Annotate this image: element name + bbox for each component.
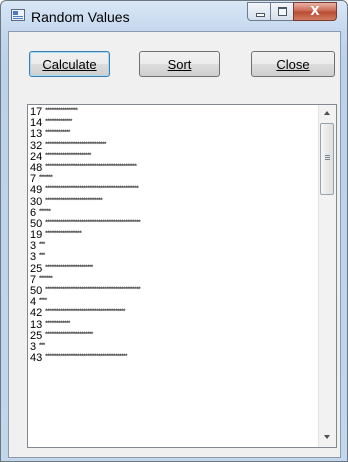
list-item-stars: *** bbox=[38, 253, 46, 262]
caption-buttons: X bbox=[247, 2, 337, 22]
calculate-button[interactable]: Calculate bbox=[29, 51, 110, 77]
list-item-value: 32 bbox=[30, 140, 43, 152]
list-item-stars: ****************************** bbox=[44, 197, 103, 206]
list-item-value: 13 bbox=[30, 319, 43, 331]
list-item[interactable]: 24 ************************ bbox=[30, 152, 320, 163]
list-item[interactable]: 43 **************************************… bbox=[30, 353, 320, 364]
list-item-value: 3 bbox=[30, 241, 37, 253]
list-item-value: 25 bbox=[30, 263, 43, 275]
title-bar[interactable]: Random Values X bbox=[1, 1, 347, 31]
list-item-value: 50 bbox=[30, 286, 43, 297]
sort-button[interactable]: Sort bbox=[139, 51, 220, 77]
list-item[interactable]: 14 ************** bbox=[30, 118, 320, 129]
window-title: Random Values bbox=[31, 9, 130, 25]
list-item-value: 13 bbox=[30, 129, 43, 141]
list-item[interactable]: 3 *** bbox=[30, 241, 320, 252]
maximize-icon bbox=[278, 7, 287, 16]
list-item-value: 3 bbox=[30, 341, 37, 353]
list-item[interactable]: 42 **************************************… bbox=[30, 308, 320, 319]
list-item[interactable]: 50 **************************************… bbox=[30, 286, 320, 297]
close-icon: X bbox=[310, 4, 320, 18]
list-item[interactable]: 25 ************************* bbox=[30, 331, 320, 342]
list-item[interactable]: 48 **************************************… bbox=[30, 163, 320, 174]
list-item[interactable]: 7 ******* bbox=[30, 275, 320, 286]
list-item[interactable]: 50 **************************************… bbox=[30, 219, 320, 230]
list-item-value: 49 bbox=[30, 185, 43, 197]
list-item[interactable]: 17 ***************** bbox=[30, 107, 320, 118]
app-window: Random Values X Calculate Sort Close 17 *… bbox=[0, 0, 348, 462]
list-item[interactable]: 30 ****************************** bbox=[30, 197, 320, 208]
list-item[interactable]: 13 ************* bbox=[30, 129, 320, 140]
list-item-stars: ****************************************… bbox=[44, 287, 141, 295]
vertical-scrollbar[interactable] bbox=[318, 105, 336, 447]
list-item-stars: ****************************************… bbox=[44, 186, 139, 195]
list-item-value: 17 bbox=[30, 107, 43, 118]
list-item[interactable]: 3 *** bbox=[30, 342, 320, 353]
list-item-stars: **** bbox=[38, 298, 48, 307]
form-client-area: Calculate Sort Close 17 *****************… bbox=[8, 31, 341, 458]
list-item-stars: ************* bbox=[44, 320, 71, 329]
list-item[interactable]: 19 ******************* bbox=[30, 230, 320, 241]
list-item[interactable]: 32 ******************************** bbox=[30, 141, 320, 152]
list-item-stars: ******* bbox=[38, 275, 54, 284]
list-item-stars: ******************************** bbox=[44, 141, 107, 150]
list-item-stars: ************* bbox=[44, 130, 71, 139]
list-item-value: 25 bbox=[30, 330, 43, 342]
list-item[interactable]: 7 ******* bbox=[30, 174, 320, 185]
minimize-icon bbox=[256, 13, 265, 17]
list-item-stars: ******************* bbox=[44, 231, 82, 240]
list-item-value: 7 bbox=[30, 274, 37, 286]
list-item-value: 3 bbox=[30, 252, 37, 264]
list-item-value: 14 bbox=[30, 118, 43, 130]
minimize-button[interactable] bbox=[247, 2, 271, 21]
list-item[interactable]: 6 ****** bbox=[30, 208, 320, 219]
form-icon bbox=[11, 9, 25, 21]
list-item-stars: ************************* bbox=[44, 264, 94, 273]
scroll-down-arrow-icon[interactable] bbox=[324, 435, 330, 439]
grip-icon bbox=[325, 155, 330, 156]
list-item-stars: ************************ bbox=[44, 152, 92, 161]
list-item[interactable]: 13 ************* bbox=[30, 320, 320, 331]
list-item-value: 6 bbox=[30, 207, 37, 219]
list-item-value: 43 bbox=[30, 353, 43, 365]
values-list: 17 ***************** 14 ************** 13 ***… bbox=[30, 107, 320, 364]
scroll-up-arrow-icon[interactable] bbox=[324, 111, 330, 115]
list-item-stars: ****** bbox=[38, 208, 52, 217]
list-item[interactable]: 25 ************************* bbox=[30, 264, 320, 275]
close-window-button[interactable]: X bbox=[293, 2, 337, 21]
list-item-stars: *** bbox=[38, 242, 46, 251]
list-item-stars: ******* bbox=[38, 175, 54, 184]
list-item-value: 19 bbox=[30, 230, 43, 242]
maximize-button[interactable] bbox=[270, 2, 294, 21]
scroll-thumb[interactable] bbox=[320, 123, 334, 195]
list-item-value: 42 bbox=[30, 308, 43, 320]
list-item-stars: ****************************************… bbox=[44, 163, 138, 172]
list-item-value: 7 bbox=[30, 174, 37, 186]
list-item-value: 48 bbox=[30, 162, 43, 174]
values-listbox[interactable]: 17 ***************** 14 ************** 13 ***… bbox=[27, 104, 337, 448]
list-item-stars: ************************* bbox=[44, 331, 94, 340]
list-item-stars: ****************************************… bbox=[44, 354, 128, 363]
list-item[interactable]: 4 **** bbox=[30, 297, 320, 308]
close-button[interactable]: Close bbox=[251, 51, 335, 77]
list-item[interactable]: 49 **************************************… bbox=[30, 185, 320, 196]
list-item-value: 30 bbox=[30, 196, 43, 208]
list-item-value: 50 bbox=[30, 218, 43, 230]
list-item-stars: ****************************************… bbox=[44, 309, 126, 318]
list-item-value: 24 bbox=[30, 151, 43, 163]
list-item-stars: ***************** bbox=[44, 108, 79, 116]
list-item-stars: *** bbox=[38, 342, 46, 351]
list-item-stars: ************** bbox=[44, 119, 73, 128]
list-item-stars: ****************************************… bbox=[44, 219, 141, 228]
list-item[interactable]: 3 *** bbox=[30, 252, 320, 263]
list-item-value: 4 bbox=[30, 297, 37, 309]
